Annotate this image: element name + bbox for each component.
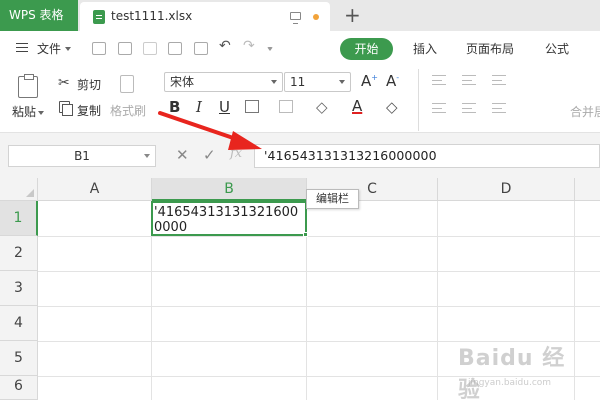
chevron-down-icon — [339, 80, 345, 84]
name-box[interactable]: B1 — [8, 145, 156, 167]
document-tab[interactable]: test1111.xlsx — [80, 2, 330, 31]
format-painter-button[interactable]: 格式刷 — [110, 102, 146, 119]
chevron-down-icon[interactable] — [65, 47, 71, 51]
paste-button[interactable]: 粘贴 — [12, 103, 45, 120]
title-tab-bar: WPS 表格 test1111.xlsx + — [0, 0, 600, 31]
row-header-5[interactable]: 5 — [0, 341, 38, 376]
tab-home[interactable]: 开始 — [340, 38, 393, 60]
chevron-down-icon — [144, 154, 150, 158]
bold-button[interactable]: B — [169, 98, 180, 116]
watermark-logo-text: Baidu 经验 — [458, 346, 566, 400]
italic-button[interactable]: I — [196, 98, 202, 116]
tab-formulas[interactable]: 公式 — [545, 31, 569, 67]
font-name-value: 宋体 — [170, 75, 195, 89]
open-folder-icon[interactable] — [92, 42, 106, 55]
underline-button[interactable]: U — [219, 98, 230, 116]
fill-handle[interactable] — [303, 232, 308, 237]
column-header-a[interactable]: A — [38, 178, 152, 201]
menu-bar: 文件 ↶ ↷ 开始 插入 页面布局 公式 — [0, 31, 600, 67]
merge-center-button[interactable]: 合并居 — [570, 103, 600, 120]
confirm-edit-button[interactable]: ✓ — [203, 146, 216, 164]
menu-hamburger-icon[interactable] — [16, 43, 28, 52]
cell-b1[interactable]: '416543131313216000000 — [151, 201, 307, 236]
formula-input[interactable]: '416543131313216000000 — [254, 144, 600, 168]
align-right-icon[interactable] — [492, 103, 506, 113]
tab-page-layout[interactable]: 页面布局 — [466, 31, 514, 67]
font-size-select[interactable]: 11 — [284, 72, 351, 92]
spreadsheet-file-icon — [93, 10, 105, 24]
copy-icon[interactable] — [59, 101, 73, 116]
clear-format-icon[interactable]: ◇ — [386, 98, 398, 116]
redo-icon[interactable]: ↷ — [243, 38, 257, 54]
formula-bar-tooltip: 编辑栏 — [306, 189, 359, 209]
print-icon[interactable] — [168, 42, 182, 55]
chevron-down-icon — [271, 80, 277, 84]
scissors-icon[interactable]: ✂ — [58, 75, 70, 91]
align-top-icon[interactable] — [432, 75, 446, 85]
row-header-2[interactable]: 2 — [0, 236, 38, 271]
quick-access-dropdown-icon[interactable] — [267, 47, 273, 51]
undo-icon[interactable]: ↶ — [219, 38, 233, 54]
row-header-6[interactable]: 6 — [0, 376, 38, 400]
shrink-font-glyph: A — [386, 72, 397, 90]
tab-insert[interactable]: 插入 — [413, 31, 437, 67]
font-name-select[interactable]: 宋体 — [164, 72, 283, 92]
row-gridline — [38, 306, 600, 307]
row-header-4[interactable]: 4 — [0, 306, 38, 341]
save-icon[interactable] — [118, 42, 132, 55]
select-all-corner[interactable] — [0, 178, 38, 201]
new-tab-button[interactable]: + — [344, 3, 361, 27]
format-painter-icon[interactable] — [120, 75, 134, 93]
fill-color-icon[interactable]: ◇ — [316, 98, 328, 116]
print-preview-icon[interactable] — [194, 42, 208, 55]
baidu-watermark: Baidu 经验 jingyan.baidu.com — [458, 340, 588, 400]
row-gridline — [38, 271, 600, 272]
align-center-icon[interactable] — [462, 103, 476, 113]
ribbon-toolbar: 粘贴 ✂ 剪切 复制 格式刷 宋体 11 A+ A- B I U ◇ A ◇ 合… — [0, 67, 600, 133]
column-header-b[interactable]: B — [152, 178, 307, 201]
align-middle-icon[interactable] — [462, 75, 476, 85]
monitor-icon[interactable] — [290, 12, 301, 24]
unsaved-dot-icon — [313, 14, 319, 20]
app-tab[interactable]: WPS 表格 — [0, 0, 78, 31]
watermark-url: jingyan.baidu.com — [468, 378, 552, 388]
row-header-1[interactable]: 1 — [0, 201, 38, 236]
document-tab-label: test1111.xlsx — [111, 9, 193, 23]
column-header-d[interactable]: D — [438, 178, 575, 201]
ribbon-divider — [418, 69, 419, 131]
cut-button[interactable]: 剪切 — [77, 76, 101, 93]
export-pdf-icon[interactable] — [143, 42, 157, 55]
cancel-edit-button[interactable]: ✕ — [176, 146, 189, 164]
column-header-e[interactable] — [575, 178, 600, 201]
decrease-font-size-button[interactable]: A- — [386, 72, 399, 90]
formula-bar: B1 ✕ ✓ fx '416543131313216000000 — [0, 133, 600, 178]
paste-icon[interactable] — [18, 74, 38, 98]
font-color-button[interactable]: A — [352, 97, 362, 115]
grow-font-glyph: A — [361, 72, 372, 90]
align-bottom-icon[interactable] — [492, 75, 506, 85]
increase-font-size-button[interactable]: A+ — [361, 72, 378, 90]
paste-label: 粘贴 — [12, 105, 37, 119]
font-size-value: 11 — [290, 75, 306, 89]
borders-icon[interactable] — [245, 100, 259, 113]
row-header-3[interactable]: 3 — [0, 271, 38, 306]
file-menu[interactable]: 文件 — [37, 31, 61, 67]
copy-button[interactable]: 复制 — [77, 102, 101, 119]
merge-style-icon[interactable] — [279, 100, 293, 113]
insert-function-button[interactable]: fx — [230, 146, 242, 161]
align-left-icon[interactable] — [432, 103, 446, 113]
name-box-value: B1 — [74, 149, 90, 163]
row-gridline — [38, 236, 600, 237]
